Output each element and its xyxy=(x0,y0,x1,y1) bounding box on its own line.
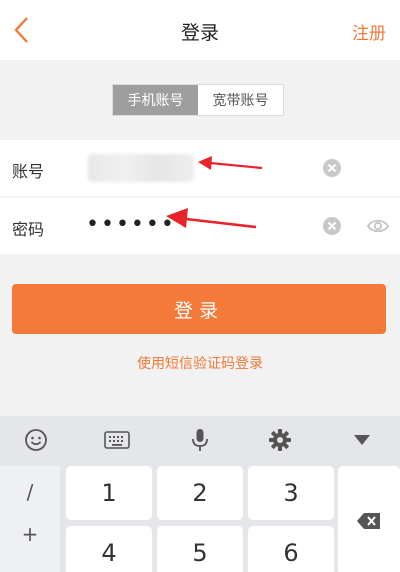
clear-account-icon[interactable] xyxy=(322,158,342,178)
keyboard-toolbar xyxy=(0,416,400,464)
plus-key[interactable]: + xyxy=(0,522,60,546)
keyboard-switch-icon[interactable] xyxy=(103,428,131,452)
key-1[interactable]: 1 xyxy=(66,466,152,520)
account-type-tabs: 手机账号 宽带账号 xyxy=(112,84,284,116)
clear-password-icon[interactable] xyxy=(322,216,342,236)
sms-login-link[interactable]: 使用短信验证码登录 xyxy=(0,353,400,373)
annotation-arrow-account xyxy=(198,156,263,170)
backspace-icon xyxy=(357,513,380,529)
key-2[interactable]: 2 xyxy=(157,466,243,520)
key-4[interactable]: 4 xyxy=(66,526,152,572)
tab-broadband-account[interactable]: 宽带账号 xyxy=(198,85,283,115)
soft-keyboard: / + 1 2 3 4 5 6 xyxy=(0,416,400,572)
tab-mobile-account[interactable]: 手机账号 xyxy=(113,85,198,115)
symbol-column: / + xyxy=(0,466,60,572)
annotation-arrow-password xyxy=(166,208,257,229)
register-link[interactable]: 注册 xyxy=(352,19,386,44)
collapse-keyboard-icon[interactable] xyxy=(348,428,376,452)
key-5[interactable]: 5 xyxy=(157,526,243,572)
backspace-key[interactable] xyxy=(338,466,400,572)
account-input[interactable] xyxy=(88,154,194,182)
settings-gear-icon[interactable] xyxy=(266,428,294,452)
emoji-icon[interactable] xyxy=(22,428,50,452)
key-6[interactable]: 6 xyxy=(248,526,334,572)
top-nav-bar: 登录 注册 xyxy=(0,0,400,60)
slash-key[interactable]: / xyxy=(0,480,60,504)
account-label: 账号 xyxy=(12,162,45,181)
password-input[interactable]: •••••• xyxy=(86,212,176,237)
microphone-icon[interactable] xyxy=(186,428,214,452)
password-label: 密码 xyxy=(12,220,45,239)
login-button[interactable]: 登录 xyxy=(12,284,386,334)
page-title: 登录 xyxy=(180,22,219,44)
key-3[interactable]: 3 xyxy=(248,466,334,520)
show-password-eye-icon[interactable] xyxy=(366,215,390,237)
